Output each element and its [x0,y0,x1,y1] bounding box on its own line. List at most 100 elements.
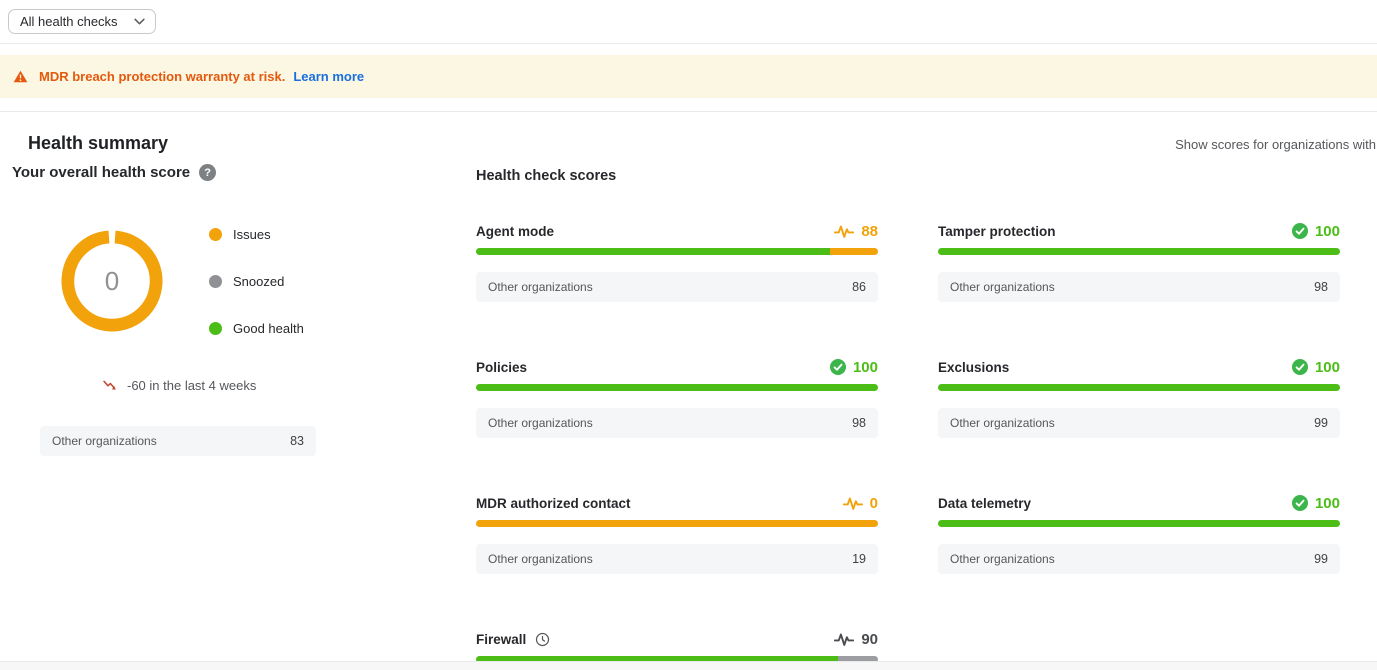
legend-item-issues: Issues [209,228,304,241]
score-bar [938,248,1340,255]
clock-icon [535,632,550,647]
score-number: 100 [853,359,878,376]
health-check-scores-title: Health check scores [476,168,616,184]
check-name: MDR authorized contact [476,496,631,511]
card-head: Exclusions 100 [938,358,1340,376]
bottom-divider [0,661,1377,670]
check-name: Tamper protection [938,224,1056,239]
overall-score-title-text: Your overall health score [12,164,190,181]
score-bar [476,520,878,527]
score-number: 100 [1315,495,1340,512]
check-name: Policies [476,360,527,375]
benchmark-label: Other organizations [950,416,1055,430]
overall-score-donut: 0 [61,230,163,332]
check-benchmark-row: Other organizations 98 [476,408,878,438]
snoozed-dot-icon [209,275,222,288]
check-score: 0 [843,495,878,512]
score-trend: -60 in the last 4 weeks [103,378,256,393]
check-circle-icon [1292,495,1308,511]
legend-item-good-health: Good health [209,322,304,335]
check-score: 100 [1292,495,1340,512]
benchmark-label: Other organizations [52,434,157,448]
check-score: 100 [1292,223,1340,240]
chevron-down-icon [134,18,145,25]
check-circle-icon [1292,223,1308,239]
pulse-icon [843,496,863,511]
check-score: 88 [834,223,878,240]
trend-text: -60 in the last 4 weeks [127,378,256,393]
card-head: Firewall 90 [476,630,878,648]
check-cards-grid: Agent mode 88 Other organizations 86 Tam… [476,222,1340,663]
benchmark-label: Other organizations [950,552,1055,566]
divider [0,98,1377,112]
check-card-policies: Policies 100 Other organizations 98 [476,358,878,438]
warning-banner: MDR breach protection warranty at risk. … [0,55,1377,98]
benchmark-value: 86 [852,280,866,294]
issues-dot-icon [209,228,222,241]
benchmark-label: Other organizations [488,280,593,294]
benchmark-value: 98 [852,416,866,430]
benchmark-value: 98 [1314,280,1328,294]
score-bar [476,248,878,255]
donut-legend: Issues Snoozed Good health [209,228,304,369]
check-name: Data telemetry [938,496,1031,511]
check-benchmark-row: Other organizations 19 [476,544,878,574]
score-number: 0 [870,495,878,512]
show-scores-note: Show scores for organizations with [1175,137,1376,152]
legend-label: Snoozed [233,274,284,289]
score-bar [938,384,1340,391]
benchmark-value: 99 [1314,552,1328,566]
check-card-tamper-protection: Tamper protection 100 Other organization… [938,222,1340,302]
benchmark-label: Other organizations [488,552,593,566]
check-score: 100 [830,359,878,376]
pulse-icon [834,224,854,239]
card-head: Tamper protection 100 [938,222,1340,240]
health-summary-section: Health summary Show scores for organizat… [0,112,1377,670]
card-head: Agent mode 88 [476,222,878,240]
score-bar [938,520,1340,527]
benchmark-label: Other organizations [950,280,1055,294]
check-benchmark-row: Other organizations 86 [476,272,878,302]
check-circle-icon [830,359,846,375]
benchmark-value: 99 [1314,416,1328,430]
check-score: 90 [834,631,878,648]
check-circle-icon [1292,359,1308,375]
filter-bar: All health checks [0,0,1377,44]
check-card-data-telemetry: Data telemetry 100 Other organizations 9… [938,494,1340,574]
check-name: Firewall [476,632,550,647]
legend-label: Good health [233,321,304,336]
card-head: MDR authorized contact 0 [476,494,878,512]
score-number: 90 [861,631,878,648]
donut-value: 0 [61,230,163,332]
card-head: Policies 100 [476,358,878,376]
health-checks-filter-dropdown[interactable]: All health checks [8,9,156,34]
learn-more-link[interactable]: Learn more [293,69,364,84]
check-benchmark-row: Other organizations 99 [938,408,1340,438]
help-icon[interactable]: ? [199,164,216,181]
warning-icon [13,70,28,83]
overall-benchmark-row: Other organizations 83 [40,426,316,456]
overall-score-title: Your overall health score ? [12,164,216,181]
card-head: Data telemetry 100 [938,494,1340,512]
check-benchmark-row: Other organizations 98 [938,272,1340,302]
legend-item-snoozed: Snoozed [209,275,304,288]
check-benchmark-row: Other organizations 99 [938,544,1340,574]
legend-label: Issues [233,227,271,242]
score-number: 100 [1315,359,1340,376]
filter-selected-label: All health checks [20,14,118,29]
check-name-text: Firewall [476,632,526,647]
check-name: Exclusions [938,360,1009,375]
check-card-agent-mode: Agent mode 88 Other organizations 86 [476,222,878,302]
check-card-firewall: Firewall 90 [476,630,878,663]
benchmark-value: 83 [290,434,304,448]
score-bar [476,384,878,391]
check-score: 100 [1292,359,1340,376]
trend-down-icon [103,380,119,392]
pulse-icon [834,632,854,647]
score-number: 88 [861,223,878,240]
benchmark-value: 19 [852,552,866,566]
score-number: 100 [1315,223,1340,240]
check-name: Agent mode [476,224,554,239]
banner-message: MDR breach protection warranty at risk. [39,69,285,84]
benchmark-label: Other organizations [488,416,593,430]
